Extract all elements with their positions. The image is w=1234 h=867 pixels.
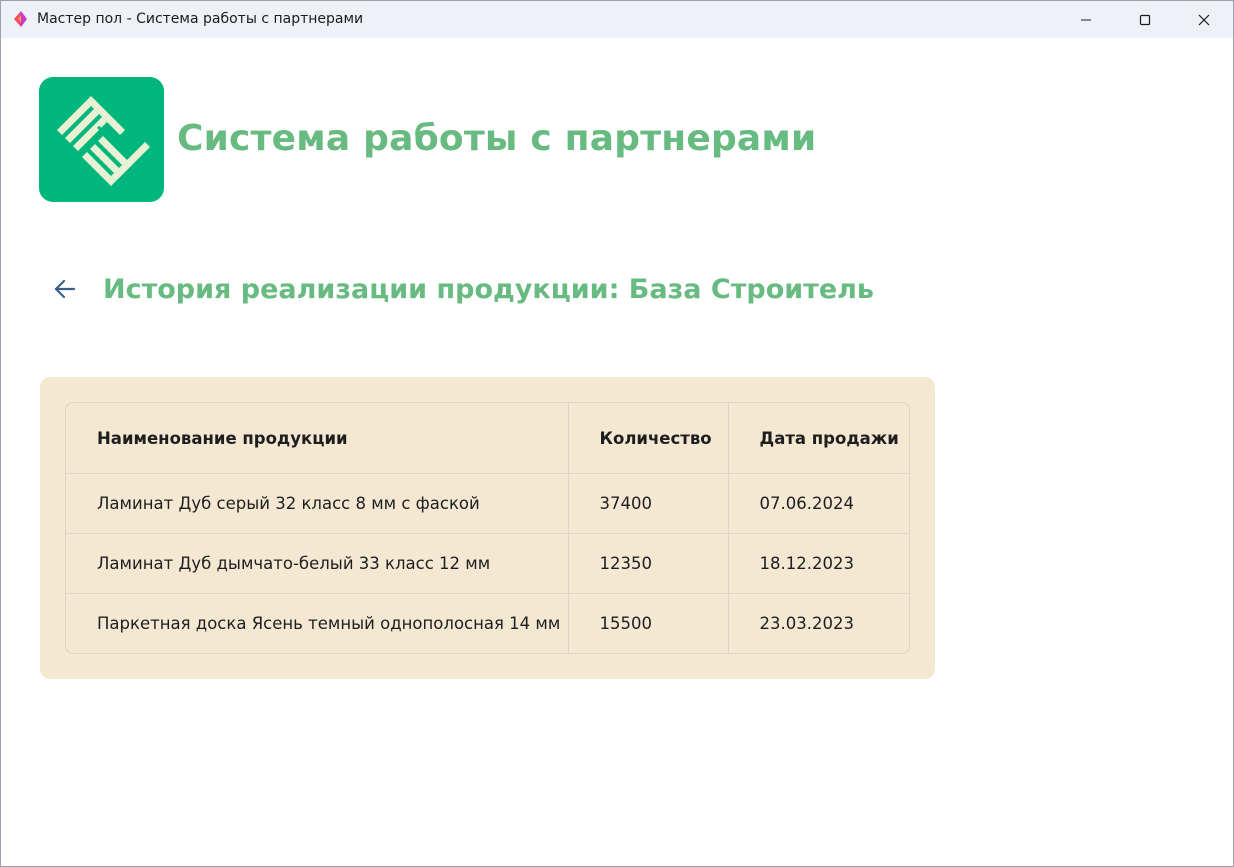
close-button[interactable] (1175, 1, 1233, 38)
cell-quantity: 12350 (568, 533, 729, 594)
maximize-icon (1139, 14, 1151, 25)
sales-history-table: Наименование продукции Количество Дата п… (66, 403, 909, 653)
back-button[interactable] (47, 271, 83, 307)
window-title: Мастер пол - Система работы с партнерами (37, 11, 364, 27)
cell-sale-date: 07.06.2024 (728, 473, 909, 534)
page-title: История реализации продукции: База Строи… (103, 274, 874, 305)
sales-history-table-frame: Наименование продукции Количество Дата п… (65, 402, 910, 654)
table-header-row: Наименование продукции Количество Дата п… (66, 403, 909, 474)
minimize-button[interactable] (1057, 1, 1115, 38)
cell-quantity: 37400 (568, 473, 729, 534)
column-header-quantity[interactable]: Количество (568, 403, 729, 474)
app-heading: Система работы с партнерами (177, 118, 817, 159)
cell-sale-date: 23.03.2023 (759, 614, 854, 633)
close-icon (1198, 14, 1210, 25)
logo-icon (57, 96, 150, 186)
column-header-sale-date[interactable]: Дата продажи (728, 403, 909, 474)
app-icon (14, 11, 27, 27)
maximize-button[interactable] (1116, 1, 1174, 38)
sales-history-card: Наименование продукции Количество Дата п… (40, 377, 935, 679)
cell-quantity: 15500 (568, 593, 729, 653)
cell-product: Ламинат Дуб дымчато-белый 33 класс 12 мм (66, 533, 569, 594)
cell-product: Паркетная доска Ясень темный однополосна… (66, 593, 569, 653)
table-row[interactable]: Ламинат Дуб серый 32 класс 8 мм с фаской… (66, 473, 909, 534)
table-row[interactable]: Ламинат Дуб дымчато-белый 33 класс 12 мм… (66, 533, 909, 594)
title-bar[interactable]: Мастер пол - Система работы с партнерами (1, 1, 1233, 38)
column-header-product[interactable]: Наименование продукции (66, 403, 569, 474)
cell-sale-date: 18.12.2023 (728, 533, 909, 594)
table-row[interactable]: Паркетная доска Ясень темный однополосна… (66, 593, 909, 653)
app-window: Мастер пол - Система работы с партнерами (0, 0, 1234, 867)
minimize-icon (1081, 19, 1091, 20)
company-logo (39, 77, 164, 202)
cell-product: Ламинат Дуб серый 32 класс 8 мм с фаской (66, 473, 569, 534)
arrow-left-icon (54, 279, 76, 299)
